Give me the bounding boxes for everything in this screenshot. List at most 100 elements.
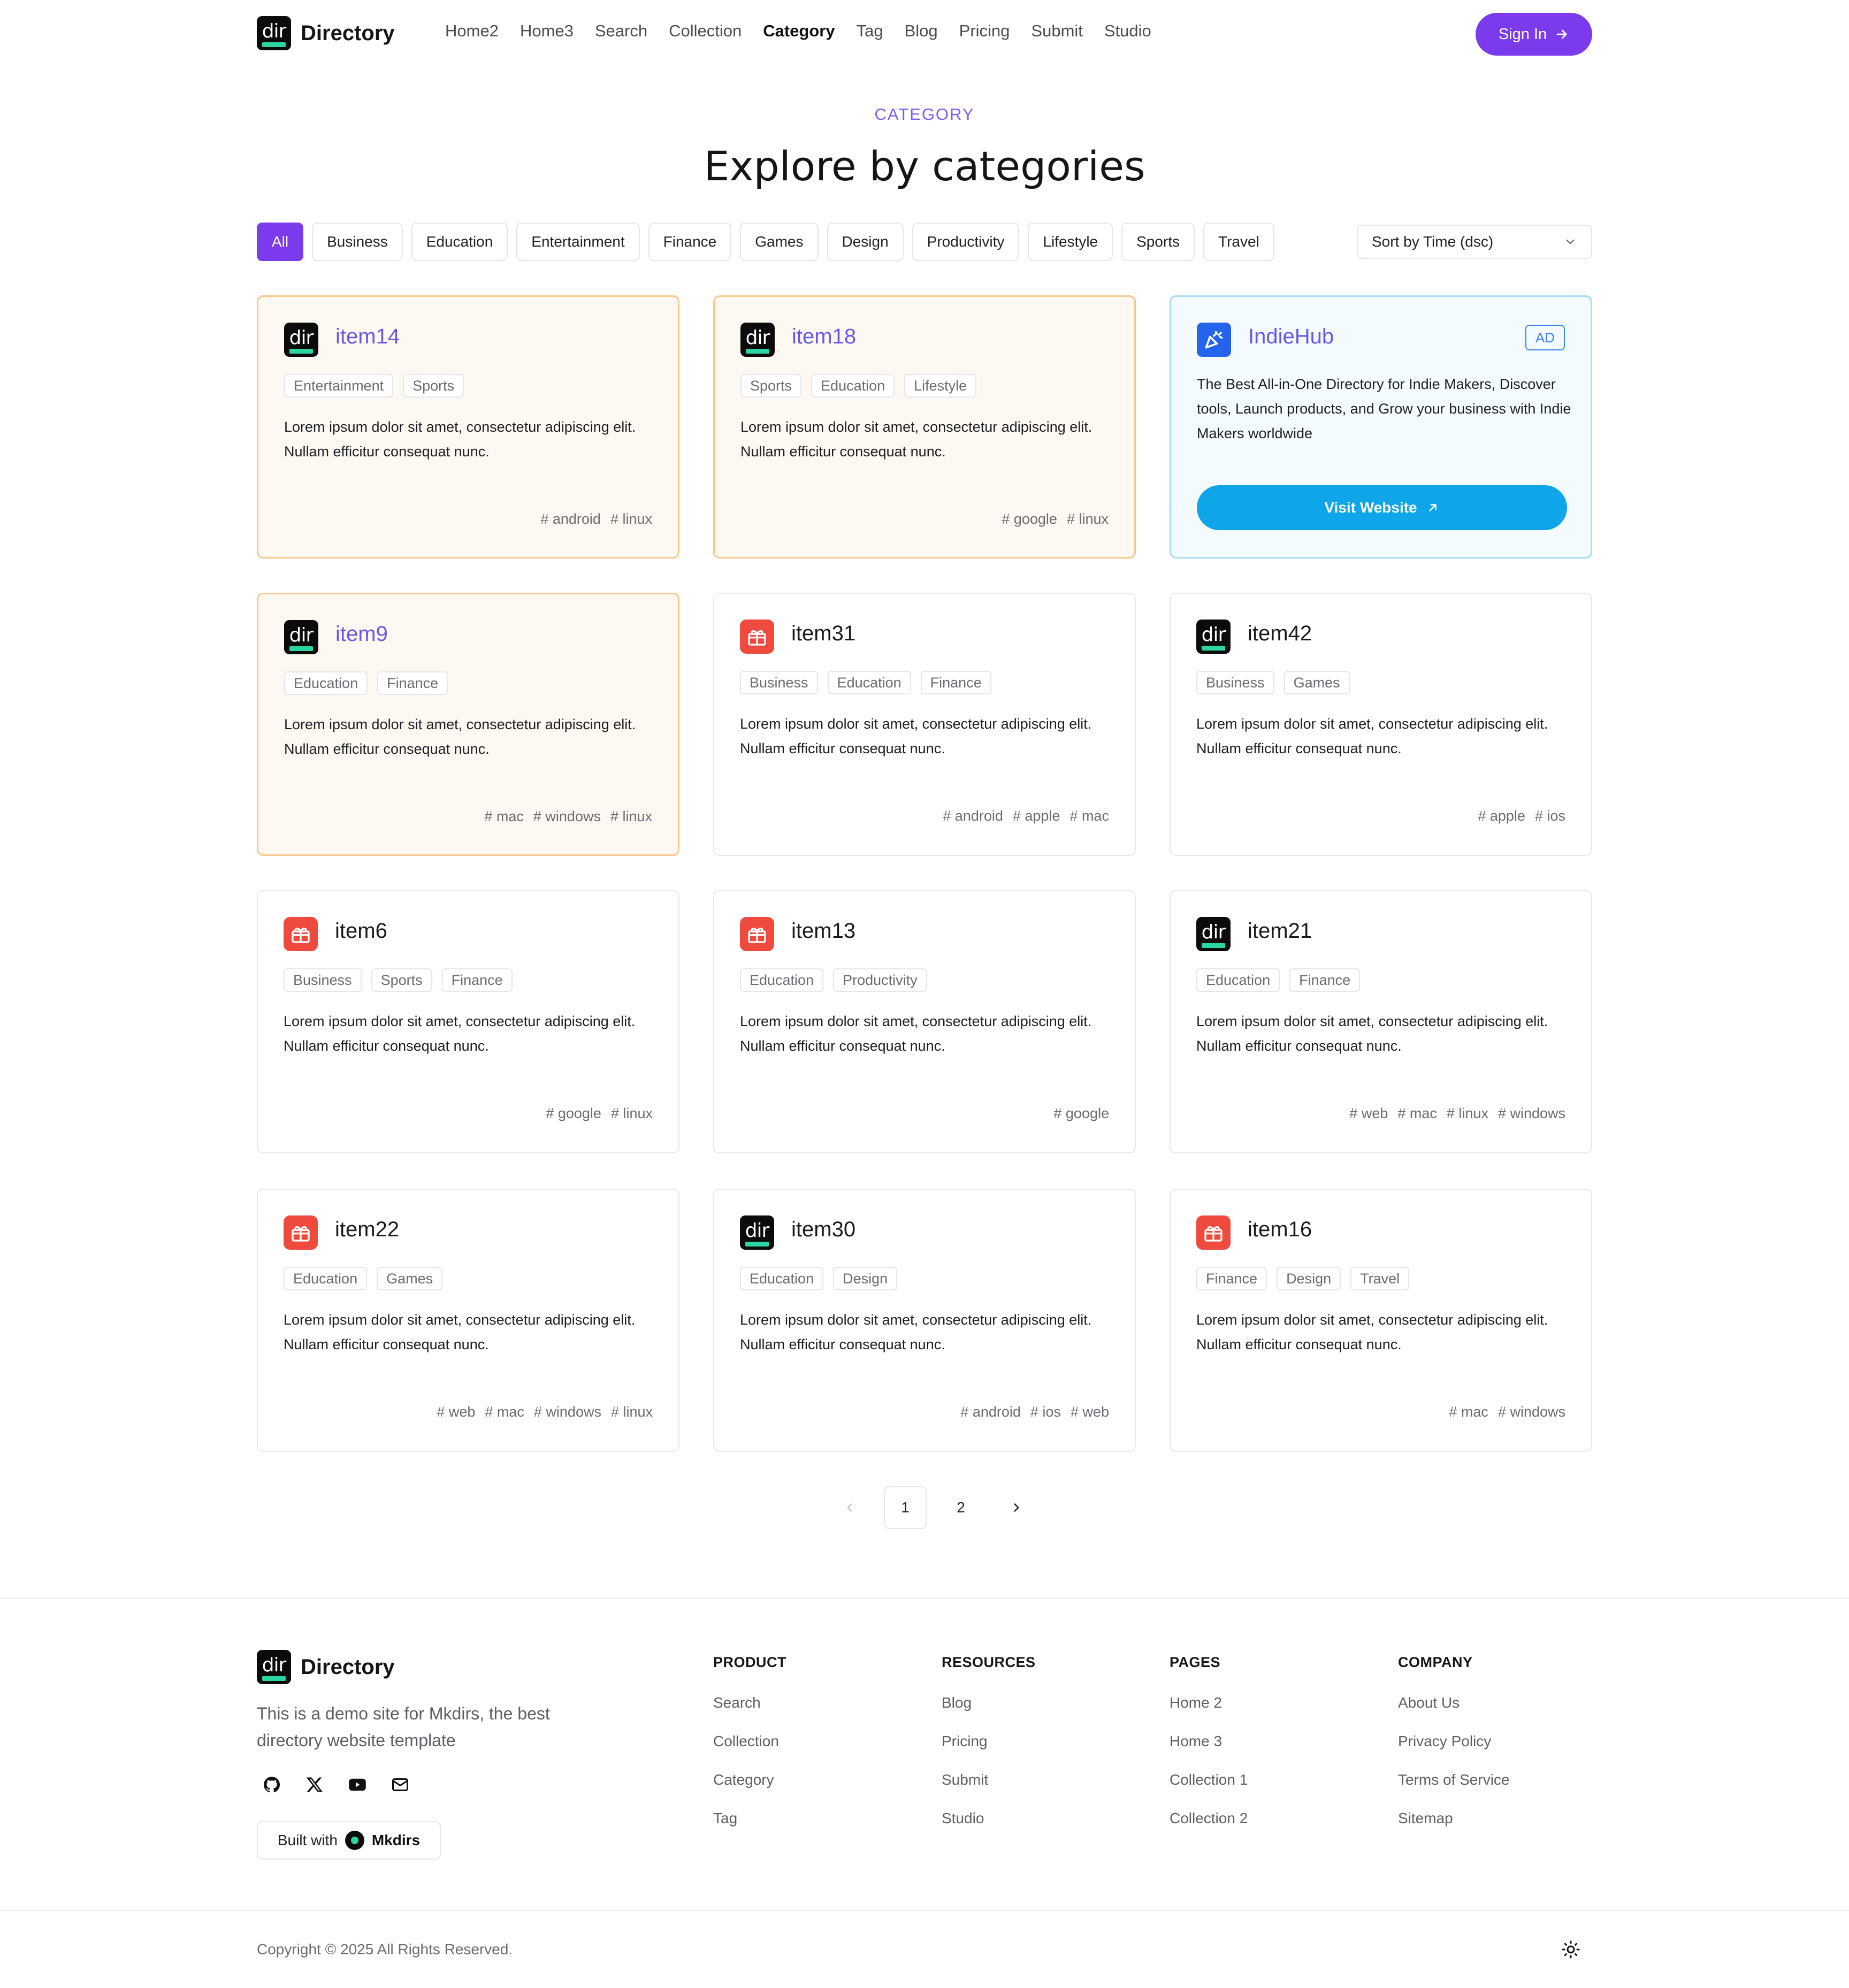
sun-icon[interactable] (1561, 1940, 1580, 1959)
filter-chip-design[interactable]: Design (827, 223, 904, 261)
filter-chip-finance[interactable]: Finance (648, 223, 732, 261)
item-name[interactable]: item14 (335, 325, 400, 349)
hashtag-link[interactable]: # mac (1449, 1404, 1488, 1420)
category-tag[interactable]: Business (1196, 671, 1274, 694)
footer-link-blog[interactable]: Blog (942, 1694, 1036, 1733)
filter-chip-lifestyle[interactable]: Lifestyle (1028, 223, 1113, 261)
nav-collection[interactable]: Collection (669, 21, 742, 41)
category-tag[interactable]: Sports (371, 968, 432, 992)
item-name[interactable]: item21 (1248, 919, 1312, 943)
item-name[interactable]: item6 (335, 919, 387, 943)
footer-link-privacy-policy[interactable]: Privacy Policy (1398, 1733, 1510, 1771)
footer-link-pricing[interactable]: Pricing (942, 1733, 1036, 1771)
hashtag-link[interactable]: # windows (533, 808, 601, 825)
item-name[interactable]: item42 (1248, 622, 1312, 646)
footer-link-tag[interactable]: Tag (713, 1810, 786, 1848)
item-card[interactable]: item31 Business Education Finance Lorem ipsu… (713, 593, 1136, 856)
item-name[interactable]: item22 (335, 1218, 399, 1242)
hashtag-link[interactable]: # mac (485, 1404, 524, 1420)
page-button-1[interactable]: 1 (884, 1486, 927, 1529)
hashtag-link[interactable]: # web (1071, 1404, 1109, 1420)
category-tag[interactable]: Sports (740, 374, 802, 397)
footer-link-submit[interactable]: Submit (942, 1771, 1036, 1810)
nav-home2[interactable]: Home2 (445, 21, 499, 41)
hashtag-link[interactable]: # web (437, 1404, 475, 1420)
footer-link-studio[interactable]: Studio (942, 1810, 1036, 1848)
sort-select[interactable]: Sort by Time (dsc) (1357, 225, 1592, 259)
footer-link-about-us[interactable]: About Us (1398, 1694, 1510, 1733)
sign-in-button[interactable]: Sign In (1476, 13, 1592, 56)
category-tag[interactable]: Design (1277, 1267, 1341, 1290)
filter-chip-sports[interactable]: Sports (1121, 223, 1195, 261)
filter-chip-business[interactable]: Business (312, 223, 403, 261)
item-name[interactable]: item13 (791, 919, 855, 943)
hashtag-link[interactable]: # google (546, 1105, 601, 1122)
filter-chip-all[interactable]: All (257, 223, 304, 261)
item-card[interactable]: dir item42 Business Games Lorem ipsum dolor … (1170, 593, 1592, 856)
category-tag[interactable]: Games (1283, 671, 1350, 694)
nav-submit[interactable]: Submit (1031, 21, 1082, 41)
hashtag-link[interactable]: # android (540, 511, 601, 527)
hashtag-link[interactable]: # apple (1478, 808, 1525, 824)
filter-chip-games[interactable]: Games (740, 223, 819, 261)
ad-name[interactable]: IndieHub (1248, 325, 1334, 349)
hashtag-link[interactable]: # linux (610, 808, 652, 825)
item-name[interactable]: item30 (791, 1218, 855, 1242)
category-tag[interactable]: Education (740, 968, 824, 992)
built-with-badge[interactable]: Built with Mkdirs (257, 1821, 441, 1860)
nav-studio[interactable]: Studio (1104, 21, 1151, 41)
category-tag[interactable]: Business (284, 968, 362, 992)
footer-link-collection[interactable]: Collection (713, 1733, 786, 1771)
category-tag[interactable]: Finance (377, 671, 448, 695)
category-tag[interactable]: Entertainment (284, 374, 394, 397)
category-tag[interactable]: Finance (1289, 968, 1361, 992)
hashtag-link[interactable]: # windows (534, 1404, 601, 1420)
hashtag-link[interactable]: # ios (1030, 1404, 1061, 1420)
filter-chip-education[interactable]: Education (411, 223, 508, 261)
hashtag-link[interactable]: # mac (1397, 1105, 1437, 1122)
nav-home3[interactable]: Home3 (520, 21, 574, 41)
item-card[interactable]: item13 Education Productivity Lorem ipsum d… (713, 890, 1136, 1153)
item-card[interactable]: item22 Education Games Lorem ipsum dolor si… (257, 1189, 679, 1452)
category-tag[interactable]: Productivity (833, 968, 927, 992)
item-card[interactable]: dir item9 Education Finance Lorem ipsum dolo… (257, 593, 679, 856)
hashtag-link[interactable]: # android (960, 1404, 1021, 1420)
footer-link-home-2[interactable]: Home 2 (1170, 1694, 1248, 1733)
category-tag[interactable]: Travel (1350, 1267, 1410, 1290)
item-card[interactable]: dir item14 Entertainment Sports Lorem ipsum … (257, 295, 679, 559)
mail-icon[interactable] (391, 1775, 410, 1794)
category-tag[interactable]: Finance (920, 671, 991, 694)
category-tag[interactable]: Education (284, 1267, 368, 1290)
hashtag-link[interactable]: # linux (1447, 1105, 1488, 1122)
hashtag-link[interactable]: # web (1349, 1105, 1388, 1122)
nav-blog[interactable]: Blog (905, 21, 938, 41)
item-name[interactable]: item31 (791, 622, 855, 646)
nav-tag[interactable]: Tag (857, 21, 883, 41)
item-card[interactable]: dir item21 Education Finance Lorem ipsum dol… (1170, 890, 1592, 1153)
category-tag[interactable]: Business (740, 671, 818, 694)
category-tag[interactable]: Education (811, 374, 895, 397)
hashtag-link[interactable]: # apple (1013, 808, 1060, 824)
footer-link-collection-1[interactable]: Collection 1 (1170, 1771, 1248, 1810)
hashtag-link[interactable]: # google (1002, 511, 1057, 527)
prev-page-button[interactable] (828, 1486, 871, 1529)
filter-chip-entertainment[interactable]: Entertainment (516, 223, 640, 261)
item-name[interactable]: item16 (1248, 1218, 1312, 1242)
hashtag-link[interactable]: # mac (484, 808, 524, 825)
category-tag[interactable]: Education (740, 1267, 824, 1290)
footer-link-terms-of-service[interactable]: Terms of Service (1398, 1771, 1510, 1810)
x-icon[interactable] (305, 1775, 324, 1794)
item-card[interactable]: dir item30 Education Design Lorem ipsum dolo… (713, 1189, 1136, 1452)
category-tag[interactable]: Lifestyle (904, 374, 977, 397)
hashtag-link[interactable]: # linux (610, 511, 652, 527)
footer-logo[interactable]: dir Directory (257, 1650, 395, 1684)
youtube-icon[interactable] (348, 1775, 367, 1794)
footer-link-category[interactable]: Category (713, 1771, 786, 1810)
hashtag-link[interactable]: # ios (1535, 808, 1565, 824)
item-name[interactable]: item18 (792, 325, 856, 349)
nav-pricing[interactable]: Pricing (959, 21, 1010, 41)
category-tag[interactable]: Education (827, 671, 911, 694)
page-button-2[interactable]: 2 (939, 1486, 982, 1529)
site-logo[interactable]: dir Directory (257, 16, 395, 50)
next-page-button[interactable] (995, 1486, 1038, 1529)
